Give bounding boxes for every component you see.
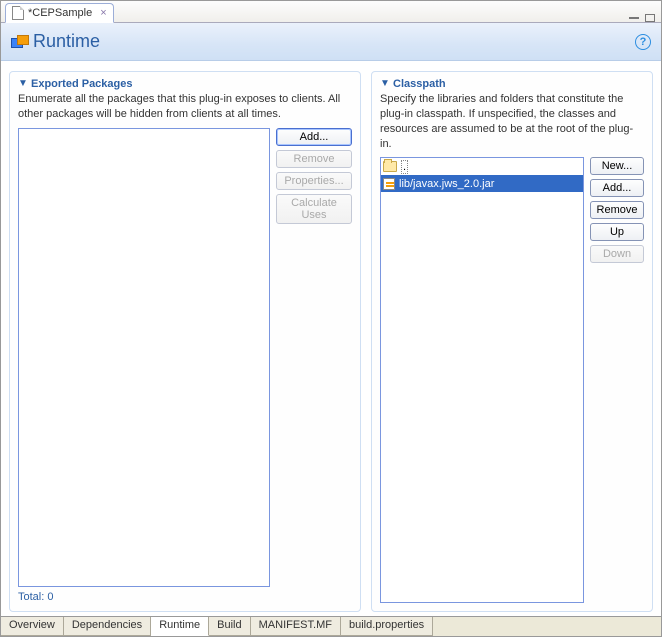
editor-window: *CEPSample × Runtime ? ▼ Exported Packag… — [0, 0, 662, 637]
classpath-buttons: New... Add... Remove Up Down — [590, 157, 644, 603]
list-item-label: . — [401, 160, 408, 174]
classpath-desc: Specify the libraries and folders that c… — [380, 92, 644, 151]
editor-tab-cepsample[interactable]: *CEPSample × — [5, 3, 114, 23]
new-button[interactable]: New... — [590, 157, 644, 175]
form-title-bar: Runtime ? — [1, 23, 661, 61]
tab-dependencies[interactable]: Dependencies — [64, 617, 151, 636]
editor-tab-title: *CEPSample — [28, 7, 92, 19]
runtime-icon — [11, 35, 27, 49]
editor-page-tabs: OverviewDependenciesRuntimeBuildMANIFEST… — [1, 616, 661, 636]
exported-packages-header[interactable]: ▼ Exported Packages — [18, 78, 352, 90]
classpath-header[interactable]: ▼ Classpath — [380, 78, 644, 90]
plugin-file-icon — [12, 6, 24, 20]
classpath-list[interactable]: . lib/javax.jws_2.0.jar — [380, 157, 584, 603]
window-controls — [629, 14, 655, 22]
maximize-icon[interactable] — [645, 14, 655, 22]
classpath-section: ▼ Classpath Specify the libraries and fo… — [371, 71, 653, 612]
classpath-body: . lib/javax.jws_2.0.jar New... Add... Rem… — [380, 157, 644, 603]
list-item[interactable]: lib/javax.jws_2.0.jar — [381, 175, 583, 192]
page-title-text: Runtime — [33, 31, 100, 52]
close-icon[interactable]: × — [100, 7, 106, 19]
properties-button: Properties... — [276, 172, 352, 190]
remove-button[interactable]: Remove — [590, 201, 644, 219]
exported-packages-section: ▼ Exported Packages Enumerate all the pa… — [9, 71, 361, 612]
remove-button: Remove — [276, 150, 352, 168]
form-content: ▼ Exported Packages Enumerate all the pa… — [1, 61, 661, 616]
exported-total: Total: 0 — [18, 591, 352, 603]
classpath-title: Classpath — [393, 78, 446, 90]
up-button[interactable]: Up — [590, 223, 644, 241]
twisty-icon: ▼ — [18, 78, 27, 90]
editor-tabbar: *CEPSample × — [1, 1, 661, 23]
exported-packages-buttons: Add... Remove Properties... Calculate Us… — [276, 128, 352, 587]
add-button[interactable]: Add... — [590, 179, 644, 197]
folder-icon — [383, 161, 397, 172]
exported-packages-title: Exported Packages — [31, 78, 133, 90]
tab-build[interactable]: Build — [209, 617, 250, 636]
jar-icon — [383, 178, 395, 190]
add-button[interactable]: Add... — [276, 128, 352, 146]
page-title: Runtime — [11, 31, 100, 52]
tab-runtime[interactable]: Runtime — [151, 617, 209, 636]
minimize-icon[interactable] — [629, 17, 639, 19]
help-icon[interactable]: ? — [635, 34, 651, 50]
exported-packages-desc: Enumerate all the packages that this plu… — [18, 92, 352, 122]
tab-overview[interactable]: Overview — [1, 617, 64, 636]
calculate-uses-button: Calculate Uses — [276, 194, 352, 224]
tab-build-properties[interactable]: build.properties — [341, 617, 433, 636]
twisty-icon: ▼ — [380, 78, 389, 90]
list-item-label: lib/javax.jws_2.0.jar — [399, 178, 494, 190]
exported-packages-body: Add... Remove Properties... Calculate Us… — [18, 128, 352, 587]
down-button: Down — [590, 245, 644, 263]
tab-manifest-mf[interactable]: MANIFEST.MF — [251, 617, 341, 636]
list-item[interactable]: . — [381, 158, 583, 175]
exported-packages-list[interactable] — [18, 128, 270, 587]
